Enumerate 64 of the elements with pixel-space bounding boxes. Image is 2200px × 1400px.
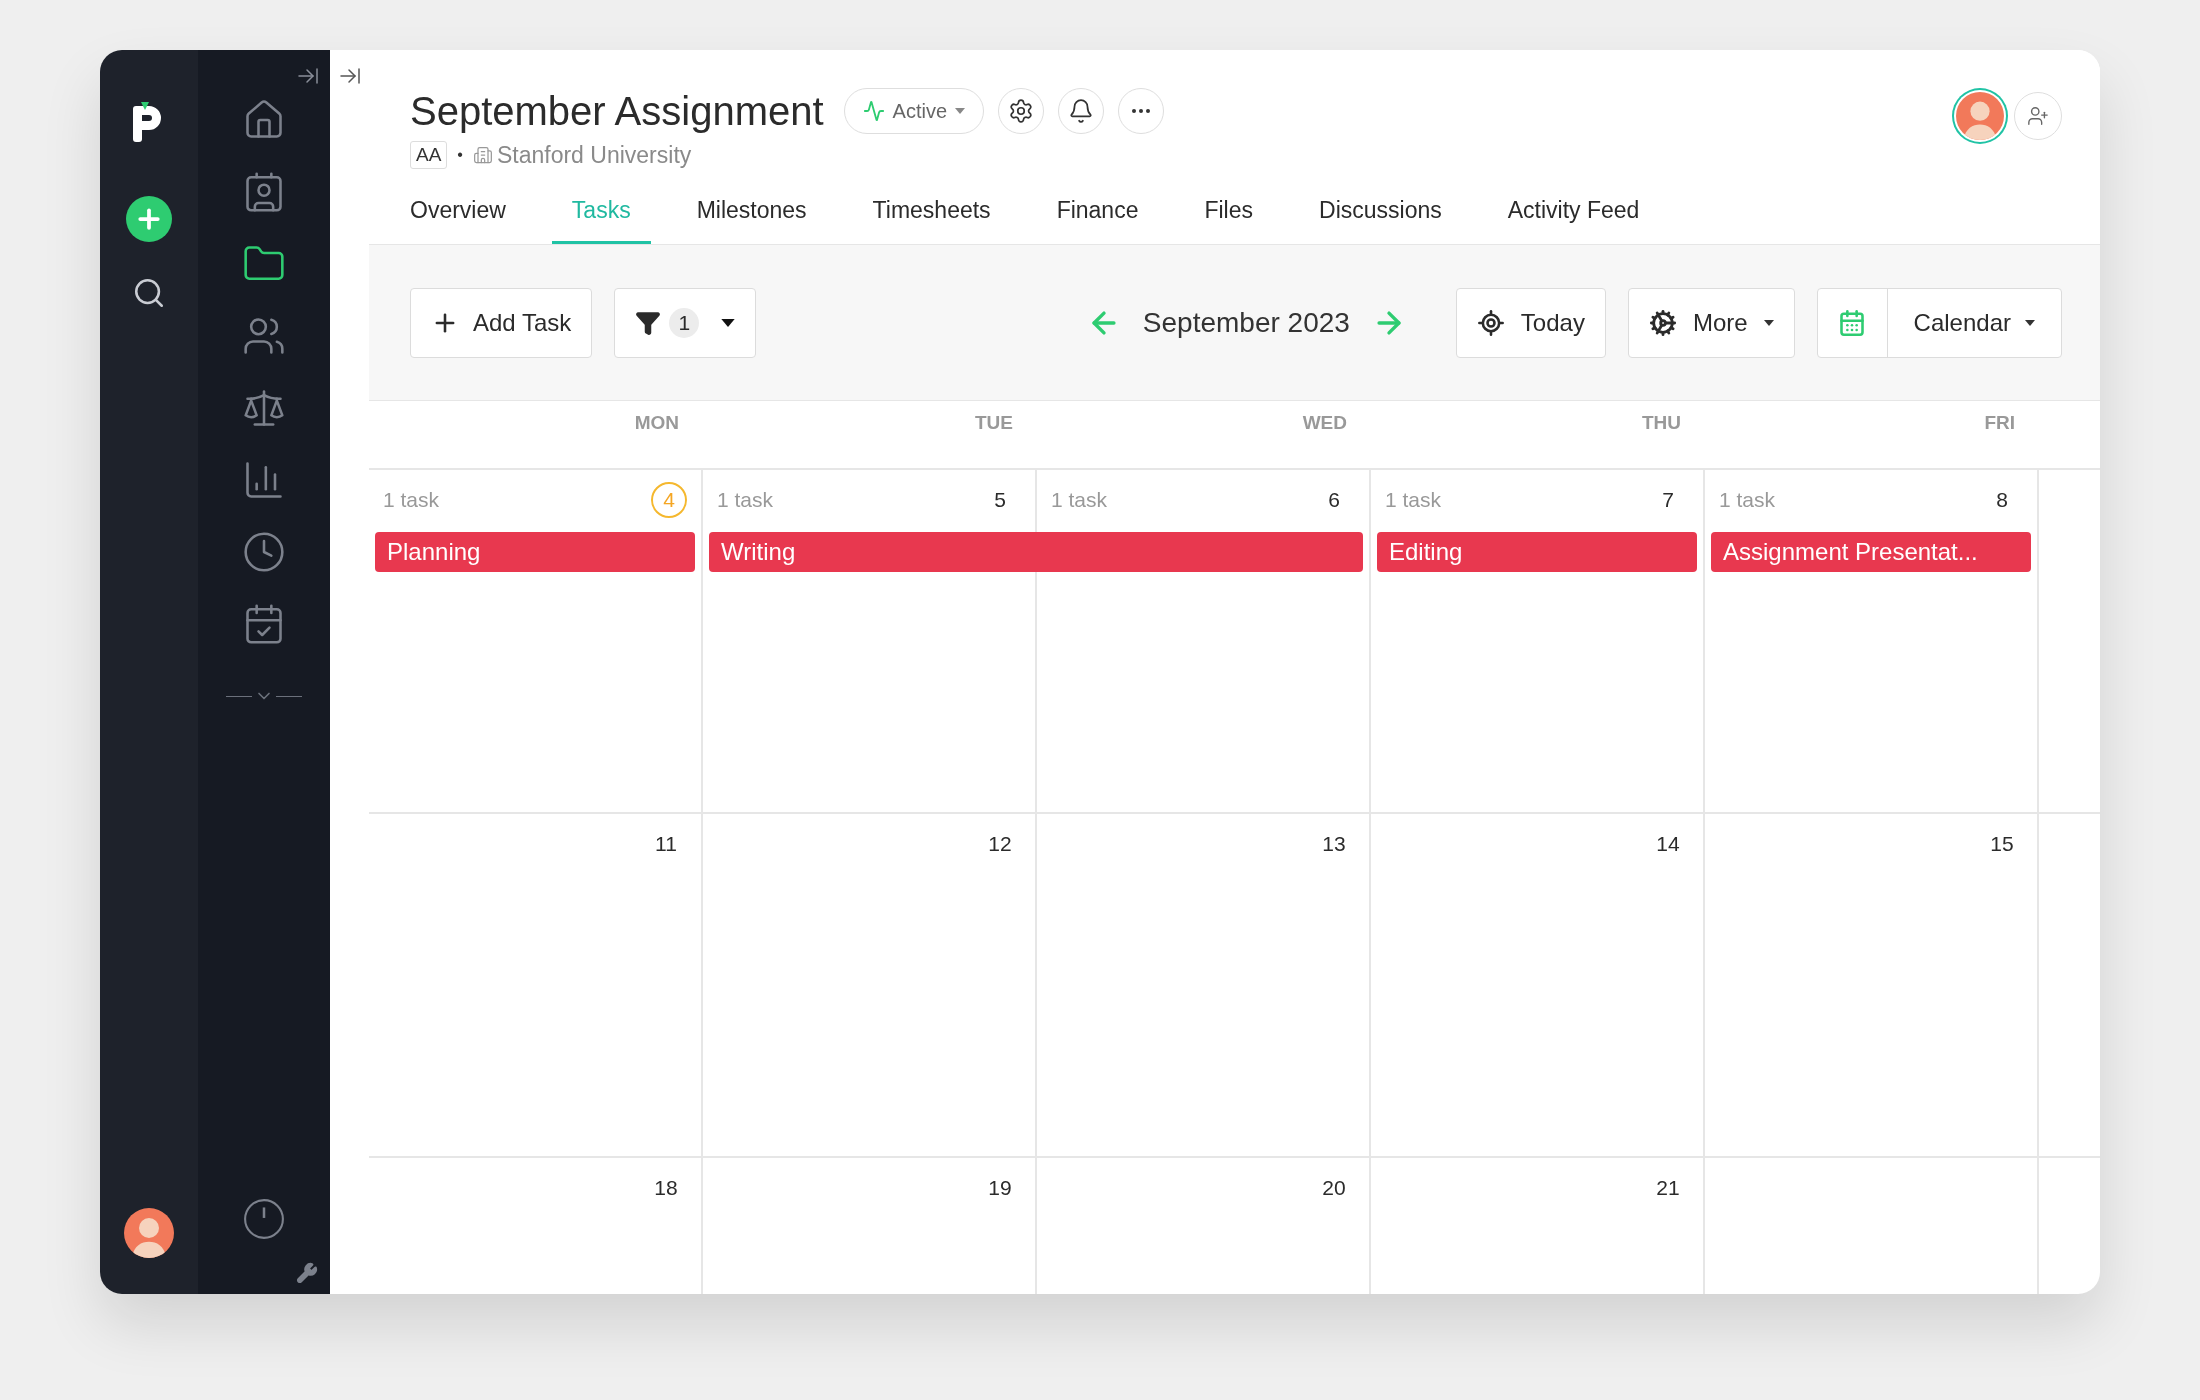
weekday-label: MON — [634, 411, 679, 435]
pulse-icon — [862, 100, 885, 122]
add-task-button[interactable]: Add Task — [410, 287, 593, 358]
caret-icon — [1763, 319, 1774, 326]
day-number: 19 — [987, 1175, 1013, 1202]
day-number: 14 — [1655, 831, 1681, 858]
day-number: 21 — [1655, 1175, 1681, 1202]
task-count: 1 task — [1385, 487, 1442, 513]
separator-dot: • — [457, 145, 463, 166]
project-tab[interactable]: Finance — [1036, 192, 1159, 244]
task-count: 1 task — [1051, 487, 1108, 513]
filter-count: 1 — [669, 307, 700, 338]
task-count: 1 task — [383, 487, 440, 513]
ellipsis-icon — [1132, 109, 1151, 113]
more-button[interactable]: More — [1627, 287, 1795, 358]
task-count: 1 task — [1719, 487, 1776, 513]
day-number: 6 — [1327, 487, 1341, 514]
day-number: 5 — [993, 487, 1007, 514]
weekday-label: TUE — [975, 411, 1013, 435]
caret-icon — [721, 318, 736, 327]
power-icon[interactable] — [243, 1198, 285, 1240]
project-tab[interactable]: Milestones — [676, 192, 827, 244]
day-number: 8 — [1995, 487, 2009, 514]
search-icon[interactable] — [132, 276, 166, 310]
task-event-bar[interactable]: Writing — [709, 532, 1363, 572]
add-user-icon — [2027, 105, 2049, 127]
current-month: September 2023 — [1142, 305, 1350, 340]
weekday-label: THU — [1641, 411, 1681, 435]
project-title: September Assignment — [410, 88, 824, 135]
funnel-icon — [635, 309, 662, 336]
project-tab[interactable]: Activity Feed — [1487, 192, 1660, 244]
project-tab[interactable]: Files — [1184, 192, 1273, 244]
day-number: 13 — [1321, 831, 1347, 858]
building-icon — [472, 145, 493, 166]
day-number: 18 — [653, 1175, 679, 1202]
bell-icon — [1068, 98, 1095, 124]
weekday-label: WED — [1302, 411, 1347, 435]
task-event-bar[interactable]: Editing — [1377, 532, 1697, 572]
day-number: 12 — [987, 831, 1013, 858]
wrench-icon[interactable] — [296, 1262, 318, 1284]
filter-button[interactable]: 1 — [614, 287, 757, 358]
caret-icon — [2025, 319, 2035, 326]
task-count: 1 task — [717, 487, 774, 513]
task-event-bar[interactable]: Assignment Presentat... — [1711, 532, 2031, 572]
day-number: 7 — [1661, 487, 1675, 514]
create-button[interactable] — [126, 196, 172, 242]
settings-icon — [1008, 98, 1035, 124]
day-number: 15 — [1989, 831, 2015, 858]
user-avatar[interactable] — [124, 1208, 174, 1258]
project-initials: AA — [410, 141, 448, 170]
task-event-bar[interactable]: Planning — [375, 532, 695, 572]
day-number: 20 — [1321, 1175, 1347, 1202]
clock-icon[interactable] — [242, 530, 286, 574]
caret-icon — [955, 108, 966, 114]
project-tab[interactable]: Timesheets — [852, 192, 1011, 244]
view-dropdown[interactable]: Calendar — [1887, 288, 2061, 357]
crosshair-icon — [1476, 308, 1505, 337]
day-number: 11 — [654, 831, 678, 858]
cog-icon — [1648, 308, 1677, 337]
today-button[interactable]: Today — [1455, 287, 1606, 358]
project-tab[interactable]: Discussions — [1299, 192, 1462, 244]
day-number: 4 — [651, 482, 687, 518]
project-tab[interactable]: Overview — [390, 192, 526, 244]
weekday-label: FRI — [1984, 411, 2015, 435]
